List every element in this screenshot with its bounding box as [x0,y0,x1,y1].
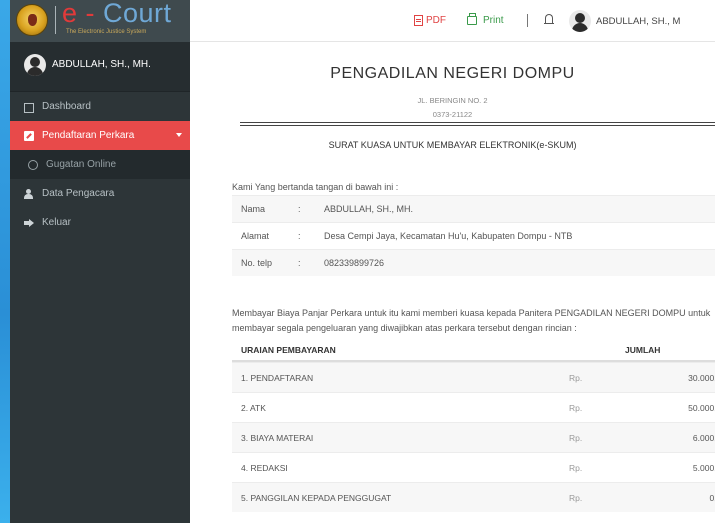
logo-bar[interactable]: e - Court The Electronic Justice System [10,0,190,42]
identity-sep: : [298,204,301,214]
court-seal-icon [16,4,48,36]
identity-key: Nama [241,204,266,214]
intro-text: Kami Yang bertanda tangan di bawah ini : [232,182,399,192]
app-window: e - Court The Electronic Justice System … [10,0,715,523]
court-name: PENGADILAN NEGERI DOMPU [330,65,575,82]
logo-divider [55,6,56,34]
table-header: URAIAN PEMBAYARAN JUMLAH [232,339,715,362]
table-row: 1. PENDAFTARAN Rp. 30.000,00 [232,362,715,392]
table-row: Nama : ABDULLAH, SH., MH. [232,195,715,222]
court-address: JL. BERINGIN NO. 2 [417,96,488,105]
payment-amount: 0,00 [709,492,715,503]
payment-item: 5. PANGGILAN KEPADA PENGGUGAT [241,492,392,503]
payment-item: 2. ATK [241,402,266,413]
print-icon [467,13,477,25]
pdf-label: PDF [426,15,446,26]
header-rule [240,125,715,126]
payment-item: 3. BIAYA MATERAI [241,432,314,443]
payment-amount: 5.000,00 [692,462,715,473]
sidebar-item-label: Pendaftaran Perkara [42,130,135,141]
payment-currency: Rp. [569,372,583,383]
sidebar: e - Court The Electronic Justice System … [10,0,190,523]
circle-icon [28,159,38,170]
payment-currency: Rp. [569,402,583,413]
table-row: No. telp : 082339899726 [232,249,715,276]
payment-item: 4. REDAKSI [241,462,288,473]
table-row: 2. ATK Rp. 50.000,00 [232,392,715,422]
table-row: Alamat : Desa Cempi Jaya, Kecamatan Hu'u… [232,222,715,249]
sidebar-subitem-gugatan-online[interactable]: Gugatan Online [10,150,190,179]
document-content: PENGADILAN NEGERI DOMPU JL. BERINGIN NO.… [190,43,715,523]
table-row: 4. REDAKSI Rp. 5.000,00 [232,452,715,482]
logo-tagline: The Electronic Justice System [66,29,147,35]
sidebar-item-label: Dashboard [42,101,91,112]
sidebar-item-keluar[interactable]: Keluar [10,208,190,237]
payment-currency: Rp. [569,492,583,503]
bell-icon[interactable] [544,13,554,27]
table-row: 5. PANGGILAN KEPADA PENGGUGAT Rp. 0,00 [232,482,715,512]
payment-item: 1. PENDAFTARAN [241,372,314,383]
logo-prefix: e - [62,0,104,28]
sidebar-user-panel: ABDULLAH, SH., MH. [10,42,190,92]
user-icon [24,188,34,199]
avatar [24,54,46,76]
identity-key: Alamat [241,231,270,241]
identity-value: Desa Cempi Jaya, Kecamatan Hu'u, Kabupat… [324,231,573,241]
app-logo: e - Court [62,0,172,29]
identity-table: Nama : ABDULLAH, SH., MH. Alamat : Desa … [232,195,715,276]
avatar[interactable] [569,10,591,32]
sidebar-item-label: Data Pengacara [42,188,115,199]
sidebar-item-label: Keluar [42,217,71,228]
sidebar-user-name: ABDULLAH, SH., MH. [52,59,151,70]
header-rule [240,122,715,123]
sign-out-icon [24,218,34,228]
document-title: SURAT KUASA UNTUK MEMBAYAR ELEKTRONIK(e-… [328,140,577,150]
payment-currency: Rp. [569,462,583,473]
print-label: Print [483,15,504,26]
identity-sep: : [298,258,301,268]
column-header-amount: JUMLAH [625,344,661,355]
payment-amount: 50.000,00 [688,402,715,413]
edit-icon [24,130,34,141]
payment-currency: Rp. [569,432,583,443]
column-header-item: URAIAN PEMBAYARAN [241,344,336,355]
court-phone: 0373-21122 [432,110,473,119]
identity-key: No. telp [241,258,273,268]
topbar-separator [527,14,528,27]
pdf-file-icon [414,15,423,26]
pdf-button[interactable]: PDF [414,15,446,26]
statement-text: Membayar Biaya Panjar Perkara untuk itu … [232,308,711,333]
payment-table: URAIAN PEMBAYARAN JUMLAH 1. PENDAFTARAN … [232,339,715,512]
topbar-user-name[interactable]: ABDULLAH, SH., M [596,16,680,27]
sidebar-item-label: Gugatan Online [46,159,117,170]
payment-amount: 6.000,00 [692,432,715,443]
table-row: 3. BIAYA MATERAI Rp. 6.000,00 [232,422,715,452]
chevron-down-icon [176,133,182,137]
background-frame [0,0,10,523]
sidebar-item-pendaftaran-perkara[interactable]: Pendaftaran Perkara [10,121,190,150]
sidebar-item-dashboard[interactable]: Dashboard [10,92,190,121]
identity-value: ABDULLAH, SH., MH. [324,204,414,214]
payment-amount: 30.000,00 [688,372,715,383]
print-button[interactable]: Print [467,13,504,26]
identity-sep: : [298,231,301,241]
logo-rest: Court [103,0,172,28]
sidebar-item-data-pengacara[interactable]: Data Pengacara [10,179,190,208]
topbar: PDF Print ABDULLAH, SH., M [190,0,715,42]
monitor-icon [24,102,34,113]
identity-value: 082339899726 [324,258,385,268]
